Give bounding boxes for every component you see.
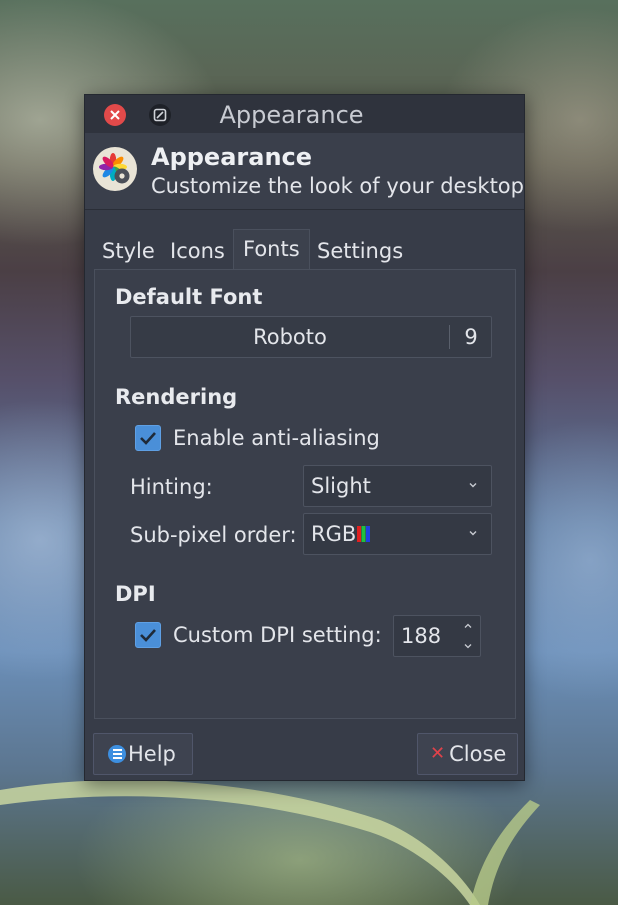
font-name: Roboto [253,325,327,349]
antialias-label: Enable anti-aliasing [173,426,380,450]
custom-dpi-label: Custom DPI setting: [173,623,382,647]
checkmark-icon [140,432,156,445]
desktop-background: Appearance Appearance Customize the look… [0,0,618,905]
font-chooser-button[interactable]: Roboto 9 [130,316,492,358]
dpi-spinbox[interactable]: 188 [393,615,481,657]
font-size: 9 [464,325,478,349]
close-button-label: Close [449,742,507,766]
color-wheel-gear-icon [93,147,137,191]
custom-dpi-checkbox[interactable] [135,622,161,648]
dpi-heading: DPI [115,582,156,606]
chevron-down-icon [469,531,477,536]
subpixel-label: Sub-pixel order: [130,523,297,547]
header-subtitle: Customize the look of your desktop [151,174,524,198]
subpixel-select[interactable]: RGB [303,513,492,555]
help-button[interactable]: Help [93,733,193,775]
tab-style[interactable]: Style [93,231,164,269]
hinting-value: Slight [311,474,371,498]
subpixel-value: RGB [311,522,357,546]
subpixel-value-wrap: RGB [311,514,371,554]
header-title: Appearance [151,143,313,171]
chevron-down-icon[interactable] [462,640,474,652]
titlebar: Appearance [85,95,524,133]
window-title: Appearance [219,101,364,129]
rgb-swatch-icon [357,526,371,542]
appearance-window: Appearance Appearance Customize the look… [84,94,525,781]
chevron-up-icon[interactable] [462,620,474,632]
dpi-value: 188 [401,624,442,648]
close-x-icon: ✕ [430,743,446,764]
help-icon [108,745,126,763]
tab-icons[interactable]: Icons [161,231,234,269]
chevron-down-icon [469,483,477,488]
checkmark-icon [140,629,156,642]
rendering-heading: Rendering [115,385,238,409]
dialog-header: Appearance Customize the look of your de… [85,133,524,210]
grass-decoration [0,780,540,905]
default-font-heading: Default Font [115,285,263,309]
help-button-label: Help [128,742,176,766]
hinting-label: Hinting: [130,475,213,499]
tab-fonts[interactable]: Fonts [233,229,310,269]
antialias-checkbox[interactable] [135,425,161,451]
tab-settings[interactable]: Settings [308,231,412,269]
close-button[interactable]: ✕ Close [417,733,518,775]
hinting-select[interactable]: Slight [303,465,492,507]
